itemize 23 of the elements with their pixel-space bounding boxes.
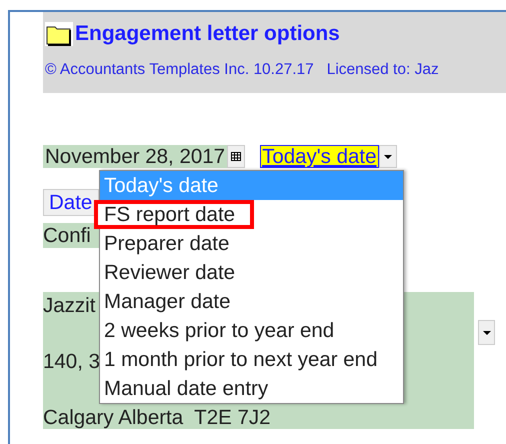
address-line: Jazzit [43, 295, 96, 317]
dropdown-option[interactable]: FS report date [94, 200, 254, 229]
dropdown-option[interactable]: Manager date [100, 287, 403, 316]
dropdown-button[interactable] [378, 145, 397, 168]
dropdown-option[interactable]: 1 month prior to next year end [100, 345, 403, 374]
caret-icon [384, 154, 392, 158]
dropdown-option[interactable]: Reviewer date [100, 258, 403, 287]
page-title: Engagement letter options [75, 22, 340, 46]
caret-icon [482, 330, 490, 334]
calendar-icon [231, 152, 242, 161]
date-value: November 28, 2017 [43, 145, 228, 168]
dropdown-option[interactable]: Preparer date [100, 229, 403, 258]
address-line: 140, 3 [43, 351, 100, 373]
dropdown-button[interactable] [478, 320, 495, 345]
confidential-label: Confi [43, 224, 91, 247]
calendar-button[interactable] [227, 145, 246, 168]
address-line: Calgary Alberta T2E 7J2 [43, 407, 271, 429]
folder-icon [45, 22, 73, 46]
dropdown-option[interactable]: 2 weeks prior to year end [100, 316, 403, 345]
copyright-text: © Accountants Templates Inc. 10.27.17 Licensed to: Jaz [45, 61, 440, 79]
dropdown-option[interactable]: Manual date entry [100, 374, 403, 403]
date-button[interactable]: Date [43, 189, 99, 216]
date-source-select[interactable]: Today's date [260, 145, 379, 168]
